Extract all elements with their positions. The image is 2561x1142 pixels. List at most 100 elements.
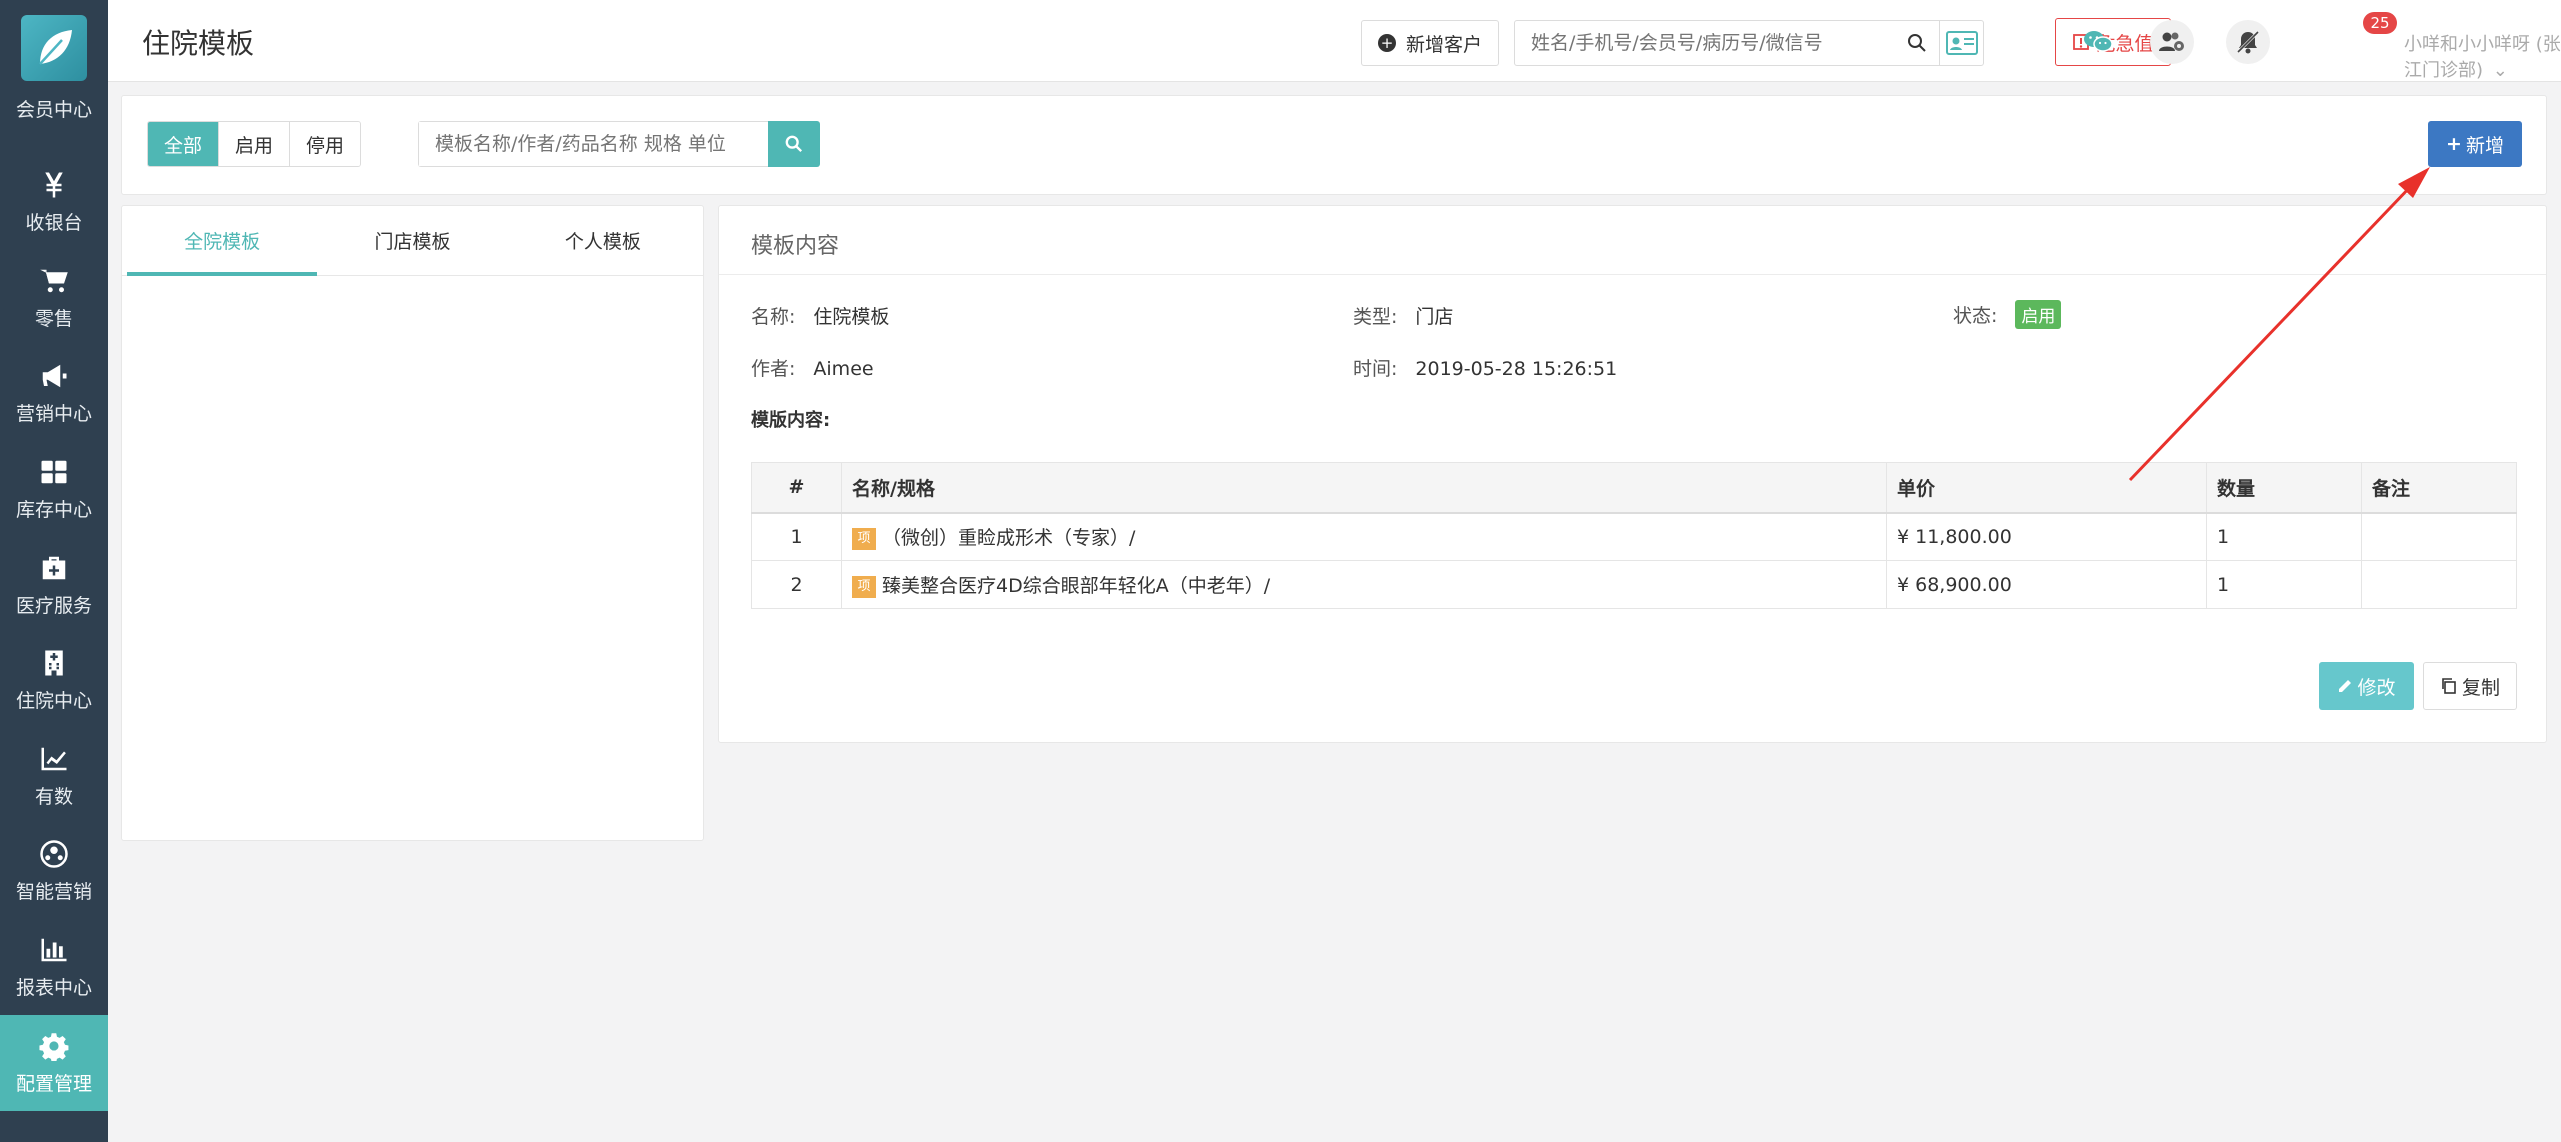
col-qty: 数量 — [2206, 462, 2362, 514]
field-label: 时间: — [1353, 358, 1398, 380]
sidebar-item-settings[interactable]: 配置管理 — [0, 1015, 108, 1111]
page-title: 住院模板 — [142, 27, 255, 60]
cell-qty: 1 — [2206, 560, 2362, 609]
status-filter-group: 全部 启用 停用 — [147, 121, 362, 167]
filter-disabled-button[interactable]: 停用 — [290, 122, 361, 166]
table-row: 2 项臻美整合医疗4D综合眼部年轻化A（中老年）/ ¥ 68,900.00 1 — [751, 560, 2517, 609]
user-menu[interactable]: 小咩和小小咩呀 (张江门诊部) ⌄ — [2404, 30, 2561, 82]
sidebar-item-member[interactable]: 会员中心 — [0, 95, 108, 155]
bell-muted-icon[interactable] — [2226, 20, 2270, 64]
template-search-button[interactable] — [768, 121, 820, 167]
sidebar-item-smart-marketing[interactable]: 智能营销 — [0, 824, 108, 920]
add-template-button[interactable]: + 新增 — [2428, 121, 2522, 167]
customer-search-input[interactable] — [1515, 21, 1895, 65]
chevron-down-icon: ⌄ — [2492, 60, 2508, 81]
sidebar-item-inventory[interactable]: 库存中心 — [0, 442, 108, 538]
field-value: 2019-05-28 15:26:51 — [1415, 358, 1618, 380]
detail-title: 模板内容 — [751, 234, 840, 259]
field-label: 类型: — [1353, 306, 1398, 328]
template-items-table: # 名称/规格 单价 数量 备注 1 项 （微创）重睑成形术（专家）/ ¥ 11,… — [751, 462, 2517, 609]
sidebar-item-reports[interactable]: 报表中心 — [0, 920, 108, 1016]
bar-chart-icon — [41, 938, 67, 962]
wechat-icon[interactable] — [2076, 20, 2120, 64]
content-label: 模版内容: — [751, 410, 831, 431]
plus-circle-icon: + — [1377, 34, 1396, 52]
sidebar-item-retail[interactable]: 零售 — [0, 251, 108, 347]
col-name: 名称/规格 — [841, 462, 1887, 514]
new-customer-button[interactable]: + 新增客户 — [1361, 20, 1499, 66]
medkit-icon — [42, 556, 66, 579]
new-customer-label: 新增客户 — [1405, 33, 1482, 56]
sidebar-item-label: 医疗服务 — [15, 594, 92, 617]
cell-name: 项 （微创）重睑成形术（专家）/ — [841, 512, 1887, 561]
search-icon — [785, 135, 803, 153]
hospital-icon — [45, 650, 63, 676]
item-type-tag: 项 — [852, 527, 876, 550]
cell-note — [2361, 512, 2517, 561]
megaphone-icon — [42, 365, 67, 388]
yen-icon — [45, 172, 63, 198]
table-header-row: # 名称/规格 单价 数量 备注 — [751, 462, 2517, 514]
user-group-settings-icon[interactable] — [2150, 20, 2194, 64]
field-label: 名称: — [751, 306, 796, 328]
sidebar-item-medical[interactable]: 医疗服务 — [0, 537, 108, 633]
sidebar-item-analytics[interactable]: 有数 — [0, 729, 108, 825]
customer-search-box — [1514, 20, 1984, 66]
col-index: # — [751, 462, 842, 514]
user-name-label: 小咩和小小咩呀 (张江门诊部) — [2404, 34, 2561, 81]
cell-qty: 1 — [2206, 512, 2362, 561]
line-chart-icon — [41, 747, 67, 771]
field-status: 状态: 启用 — [1953, 300, 2062, 329]
copy-label: 复制 — [2461, 676, 2500, 699]
filter-all-button[interactable]: 全部 — [148, 122, 220, 166]
sidebar-item-label: 会员中心 — [15, 99, 92, 121]
table-row: 1 项 （微创）重睑成形术（专家）/ ¥ 11,800.00 1 — [751, 512, 2517, 561]
sidebar-item-label: 配置管理 — [15, 1072, 92, 1095]
grid-icon — [41, 460, 67, 484]
sidebar-item-label: 零售 — [34, 307, 73, 330]
edit-label: 修改 — [2357, 676, 2396, 699]
filter-bar: 全部 启用 停用 + 新增 — [121, 95, 2547, 195]
field-value: Aimee — [813, 358, 874, 380]
tab-store-templates[interactable]: 门店模板 — [317, 206, 507, 275]
field-label: 状态: — [1953, 305, 1998, 327]
tab-personal-templates[interactable]: 个人模板 — [508, 206, 698, 275]
sidebar-item-inpatient[interactable]: 住院中心 — [0, 633, 108, 729]
app-logo[interactable] — [0, 0, 108, 95]
field-value: 住院模板 — [813, 306, 890, 328]
sidebar-item-label: 有数 — [34, 785, 73, 808]
id-card-icon[interactable] — [1939, 21, 1983, 65]
cell-index: 1 — [751, 512, 842, 561]
status-badge: 启用 — [2015, 300, 2062, 329]
pencil-icon — [2339, 680, 2352, 692]
field-time: 时间: 2019-05-28 15:26:51 — [1353, 354, 1617, 381]
sidebar-item-label: 报表中心 — [15, 977, 92, 1000]
add-template-label: 新增 — [2465, 134, 2504, 157]
network-icon — [40, 840, 68, 869]
col-price: 单价 — [1886, 462, 2207, 514]
template-list-panel: 全院模板 门店模板 个人模板 — [121, 205, 704, 841]
leaf-logo-icon — [21, 14, 87, 81]
field-label: 作者: — [751, 358, 796, 380]
sidebar-item-label: 营销中心 — [15, 403, 92, 426]
template-detail-panel: 模板内容 名称: 住院模板 类型: 门店 状态: 启用 作者: Aimee 时间: 201… — [718, 205, 2547, 743]
plus-icon: + — [2446, 133, 2462, 155]
copy-button[interactable]: 复制 — [2423, 662, 2517, 710]
tab-hospital-templates[interactable]: 全院模板 — [127, 206, 318, 276]
cart-icon — [40, 269, 68, 293]
filter-enabled-button[interactable]: 启用 — [219, 122, 291, 166]
sidebar-item-cashier[interactable]: 收银台 — [0, 155, 108, 251]
copy-icon — [2442, 678, 2456, 694]
sidebar-item-marketing[interactable]: 营销中心 — [0, 346, 108, 442]
notification-badge: 25 — [2363, 12, 2397, 34]
cell-note — [2361, 560, 2517, 609]
sidebar: 会员中心 收银台 零售 营销中心 库存中心 医疗服务 住院中心 有数 智能营销 … — [0, 0, 108, 1142]
template-search-input[interactable] — [419, 122, 768, 166]
edit-button[interactable]: 修改 — [2319, 662, 2414, 710]
search-icon[interactable] — [1895, 21, 1939, 65]
template-search-box — [418, 121, 768, 167]
cell-price: ¥ 68,900.00 — [1886, 560, 2207, 609]
sidebar-item-label: 库存中心 — [15, 499, 92, 522]
sidebar-item-label: 收银台 — [25, 212, 83, 235]
cell-index: 2 — [751, 560, 842, 609]
